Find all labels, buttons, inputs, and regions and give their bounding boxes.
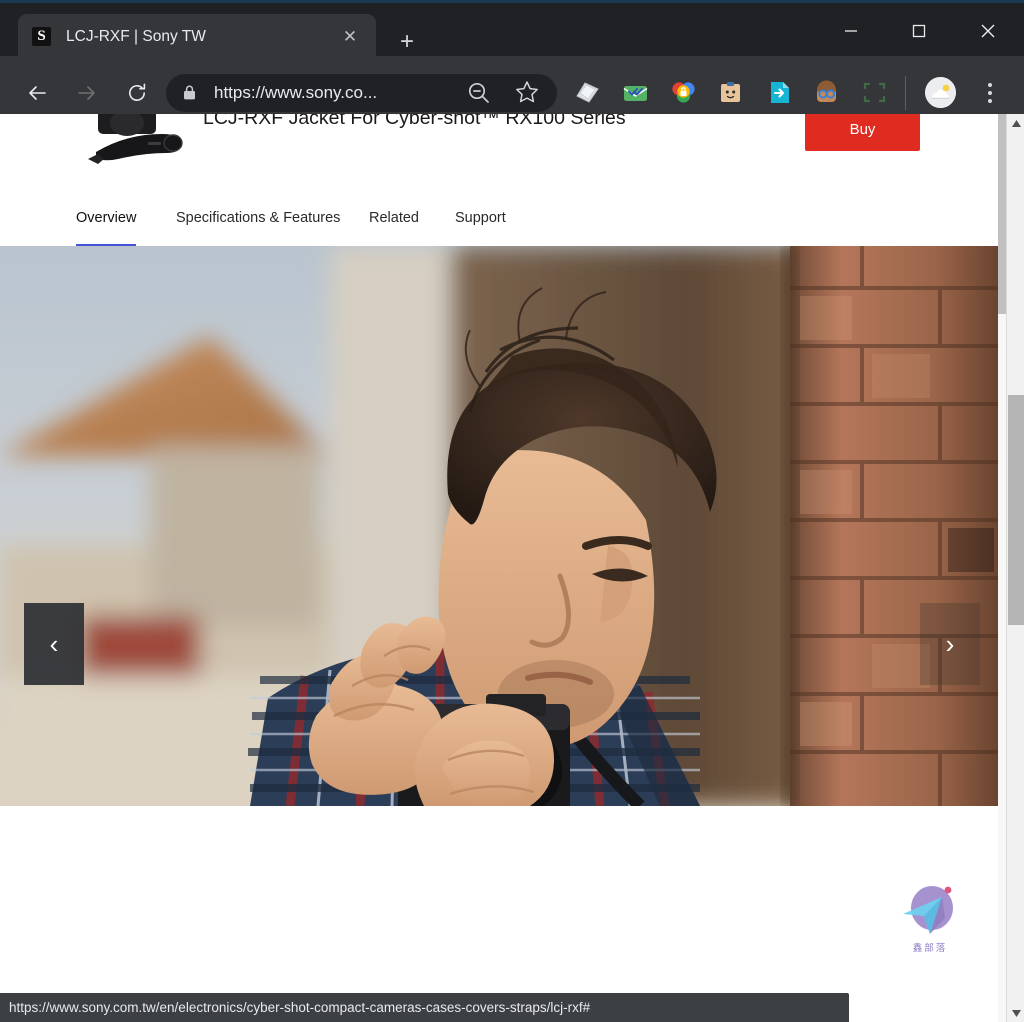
hero-image: SONY (0, 246, 998, 806)
tab-support-label: Support (455, 210, 506, 226)
scrollbar-up-arrow-icon[interactable] (1007, 114, 1024, 132)
screen-capture-icon[interactable] (861, 79, 888, 106)
feature-section: 鑫部落 Complete protection for1 Learn more … (0, 806, 998, 1022)
window-scrollbar-thumb[interactable] (1008, 395, 1024, 625)
tab-close-icon[interactable]: ✕ (338, 25, 362, 49)
arrow-left-icon (29, 86, 46, 100)
tab-specifications-features-label: Specifications & Features (176, 210, 341, 226)
maximize-icon (912, 24, 926, 38)
watermark-text: 鑫部落 (912, 943, 948, 954)
tab-overview-label: Overview (76, 210, 137, 226)
tab-specifications-features[interactable]: Specifications & Features (176, 210, 340, 236)
scrollbar-down-arrow-icon[interactable] (1007, 1004, 1024, 1022)
mail-read-icon[interactable] (622, 79, 649, 106)
menu-dot (988, 99, 992, 103)
product-header-bar: LCJ-RXF Jacket For Cyber-shot™ RX100 Ser… (0, 114, 998, 314)
watermark-logo-icon (900, 884, 960, 938)
window-scrollbar-track[interactable] (1006, 114, 1024, 1022)
avatar-weather-icon (925, 77, 956, 108)
profile-avatar[interactable] (925, 77, 956, 108)
password-lock-icon[interactable] (670, 79, 697, 106)
arrow-right-icon (78, 86, 95, 100)
address-bar-url: https://www.sony.co... (214, 83, 378, 102)
forward-button[interactable] (67, 73, 107, 113)
site-watermark: 鑫部落 (897, 884, 963, 960)
product-thumbnail[interactable] (66, 114, 202, 170)
status-bar-link-preview: https://www.sony.com.tw/en/electronics/c… (0, 993, 849, 1022)
tab-overview[interactable]: Overview (76, 210, 137, 248)
chrome-menu-button[interactable] (978, 76, 1002, 110)
page-viewport: LCJ-RXF Jacket For Cyber-shot™ RX100 Ser… (0, 114, 1024, 1022)
lock-icon (182, 84, 200, 102)
page-scrollbar-track[interactable] (998, 114, 1006, 1022)
page-scrollbar-thumb[interactable] (998, 114, 1006, 314)
toolbar-divider (905, 76, 906, 110)
browser-window: S LCJ-RXF | Sony TW ✕ + https://www.sony… (0, 0, 1024, 1022)
zoom-out-icon[interactable] (466, 80, 492, 106)
carousel-prev-button[interactable]: ‹ (24, 603, 84, 685)
tab-related-label: Related (369, 210, 419, 226)
address-bar[interactable]: https://www.sony.co... (166, 74, 557, 112)
window-minimize-button[interactable] (828, 6, 874, 56)
bookmark-star-icon[interactable] (514, 79, 542, 107)
product-title: LCJ-RXF Jacket For Cyber-shot™ RX100 Ser… (203, 114, 626, 129)
reload-icon (129, 83, 146, 101)
documents-copy-icon[interactable] (574, 79, 601, 106)
reload-button[interactable] (117, 73, 157, 113)
new-tab-button[interactable]: + (392, 27, 422, 57)
menu-dot (988, 91, 992, 95)
window-maximize-button[interactable] (896, 6, 942, 56)
status-bar-url: https://www.sony.com.tw/en/electronics/c… (9, 1000, 591, 1015)
tab-related[interactable]: Related (369, 210, 419, 236)
buy-button[interactable]: Buy (805, 114, 920, 151)
window-close-button[interactable] (965, 6, 1011, 56)
browser-tab-title: LCJ-RXF | Sony TW (66, 27, 206, 45)
menu-dot (988, 83, 992, 87)
close-icon (981, 24, 995, 38)
glasses-avatar-icon[interactable] (813, 79, 840, 106)
back-button[interactable] (17, 73, 57, 113)
minimize-icon (845, 30, 857, 32)
tab-strip: S LCJ-RXF | Sony TW ✕ + (0, 3, 1024, 59)
clipboard-face-icon[interactable] (717, 79, 744, 106)
sony-favicon-icon: S (32, 27, 51, 46)
hero-carousel: SONY (0, 246, 998, 806)
carousel-next-button[interactable]: › (920, 603, 980, 685)
tab-support[interactable]: Support (455, 210, 506, 236)
camera-case-strap-image (66, 114, 202, 170)
export-arrow-icon[interactable] (766, 79, 793, 106)
browser-tab-active[interactable]: S LCJ-RXF | Sony TW ✕ (18, 14, 376, 59)
